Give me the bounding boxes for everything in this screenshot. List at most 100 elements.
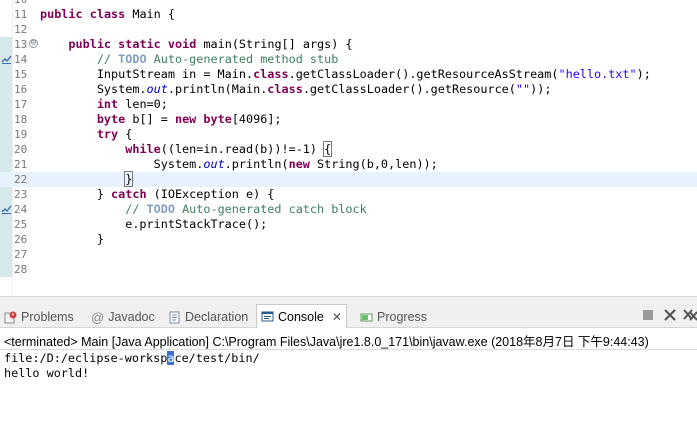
line-number: 12 (14, 23, 28, 36)
process-status-label: <terminated> Main [Java Application] C:\… (4, 335, 649, 349)
line-number: 17 (14, 98, 28, 111)
code-token: InputStream in = Main. (40, 67, 254, 81)
code-token: class (89, 7, 126, 21)
code-line[interactable]: 17 int len=0; (0, 97, 697, 112)
bracket-match: { (323, 141, 333, 157)
task-marker-icon[interactable] (1, 55, 12, 67)
code-text: byte b[] = new byte[4096]; (40, 112, 282, 127)
code-token: ); (636, 67, 651, 81)
code-token: try (96, 127, 119, 141)
code-text: } (40, 232, 104, 247)
tab-declaration[interactable]: Declaration (164, 306, 252, 328)
line-number: 24 (14, 203, 28, 216)
line-number: 11 (14, 8, 28, 21)
code-token: TODO (146, 202, 175, 216)
tab-progress[interactable]: Progress (356, 306, 431, 328)
console-icon (261, 310, 274, 323)
code-token: void (167, 37, 197, 51)
code-line[interactable]: 24 // TODO Auto-generated catch block (0, 202, 697, 217)
bracket-match: } (124, 171, 134, 187)
code-token: int (96, 97, 119, 111)
remove-all-icon[interactable] (682, 307, 697, 323)
code-token: new (174, 112, 197, 126)
code-token: class (253, 67, 289, 81)
line-number: 19 (14, 128, 28, 141)
code-token: "hello.txt" (558, 67, 637, 81)
tab-console[interactable]: Console ✕ (256, 304, 347, 328)
code-text: e.printStackTrace(); (40, 217, 267, 232)
code-line[interactable]: 19 try { (0, 127, 697, 142)
line-number: 26 (14, 233, 28, 246)
code-line[interactable]: 26 } (0, 232, 697, 247)
tab-label: Problems (21, 310, 74, 324)
code-token: main(String[] args) { (196, 37, 353, 51)
code-line[interactable]: 22 } (0, 171, 697, 187)
code-line[interactable]: 20 while((len=in.read(b))!=-1) { (0, 141, 697, 157)
fold-toggle-icon[interactable]: ⊖ (29, 39, 38, 48)
code-token: [4096]; (231, 112, 282, 126)
code-line[interactable]: 28 (0, 262, 697, 277)
code-line[interactable]: 11 public class Main { (0, 7, 697, 22)
code-token: "" (515, 82, 531, 96)
code-token: catch (111, 187, 147, 201)
problems-icon (4, 311, 17, 324)
tab-problems[interactable]: Problems (0, 306, 78, 328)
code-token: (IOException e) { (146, 187, 275, 201)
code-token: Auto-generated method stub (146, 52, 339, 66)
code-line[interactable]: 27 (0, 247, 697, 262)
view-tab-bar: Problems @ Javadoc Declaration Console ✕… (0, 302, 697, 328)
remove-launch-icon[interactable] (662, 307, 678, 323)
code-line[interactable]: 10 (0, 0, 697, 7)
tab-label: Console (278, 309, 324, 324)
code-line[interactable]: 14 // TODO Auto-generated method stub (0, 52, 697, 67)
code-token: } (40, 187, 112, 201)
code-token: Main { (125, 7, 175, 21)
code-text: public class Main { (40, 7, 175, 22)
tab-label: Declaration (185, 310, 249, 324)
code-token: TODO (118, 52, 147, 66)
task-marker-icon[interactable] (1, 205, 12, 217)
code-token: .println(Main. (167, 82, 268, 96)
code-token: } (40, 232, 104, 246)
terminate-button[interactable] (640, 307, 656, 323)
tab-javadoc[interactable]: @ Javadoc (87, 306, 159, 328)
code-text: public static void main(String[] args) { (40, 37, 353, 52)
close-icon[interactable]: ✕ (332, 310, 342, 324)
code-line[interactable]: 23 } catch (IOException e) { (0, 187, 697, 202)
console-output-line: file:/D:/eclipse-workspace/test/bin/ (4, 351, 260, 365)
code-line[interactable]: 13 ⊖ public static void main(String[] arg… (0, 37, 697, 52)
code-token: System. (40, 157, 204, 171)
code-text: } catch (IOException e) { (40, 187, 275, 202)
console-panel: Problems @ Javadoc Declaration Console ✕… (0, 302, 697, 432)
code-line[interactable]: 15 InputStream in = Main.class.getClassL… (0, 67, 697, 82)
code-text: // TODO Auto-generated method stub (40, 52, 339, 67)
code-line[interactable]: 21 System.out.println(new String(b,0,len… (0, 157, 697, 172)
code-token: // (125, 202, 147, 216)
divider (0, 349, 697, 350)
code-token: out (203, 157, 225, 171)
at-icon: @ (91, 309, 105, 325)
code-line[interactable]: 25 e.printStackTrace(); (0, 217, 697, 232)
console-output-line: hello world! (4, 366, 90, 380)
code-line[interactable]: 12 (0, 22, 697, 37)
code-line[interactable]: 18 byte b[] = new byte[4096]; (0, 112, 697, 127)
code-token: while (125, 142, 161, 156)
code-token: byte (203, 112, 232, 126)
code-token: System. (40, 82, 147, 96)
line-number: 14 (14, 53, 28, 66)
code-editor[interactable]: 1011 public class Main { 1213⊖ public stat… (0, 0, 697, 296)
tab-label: Javadoc (108, 310, 155, 324)
declaration-icon (168, 311, 181, 324)
tab-label: Progress (377, 310, 428, 324)
code-line[interactable]: 16 System.out.println(Main.class.getClas… (0, 82, 697, 97)
line-number: 20 (14, 143, 28, 156)
